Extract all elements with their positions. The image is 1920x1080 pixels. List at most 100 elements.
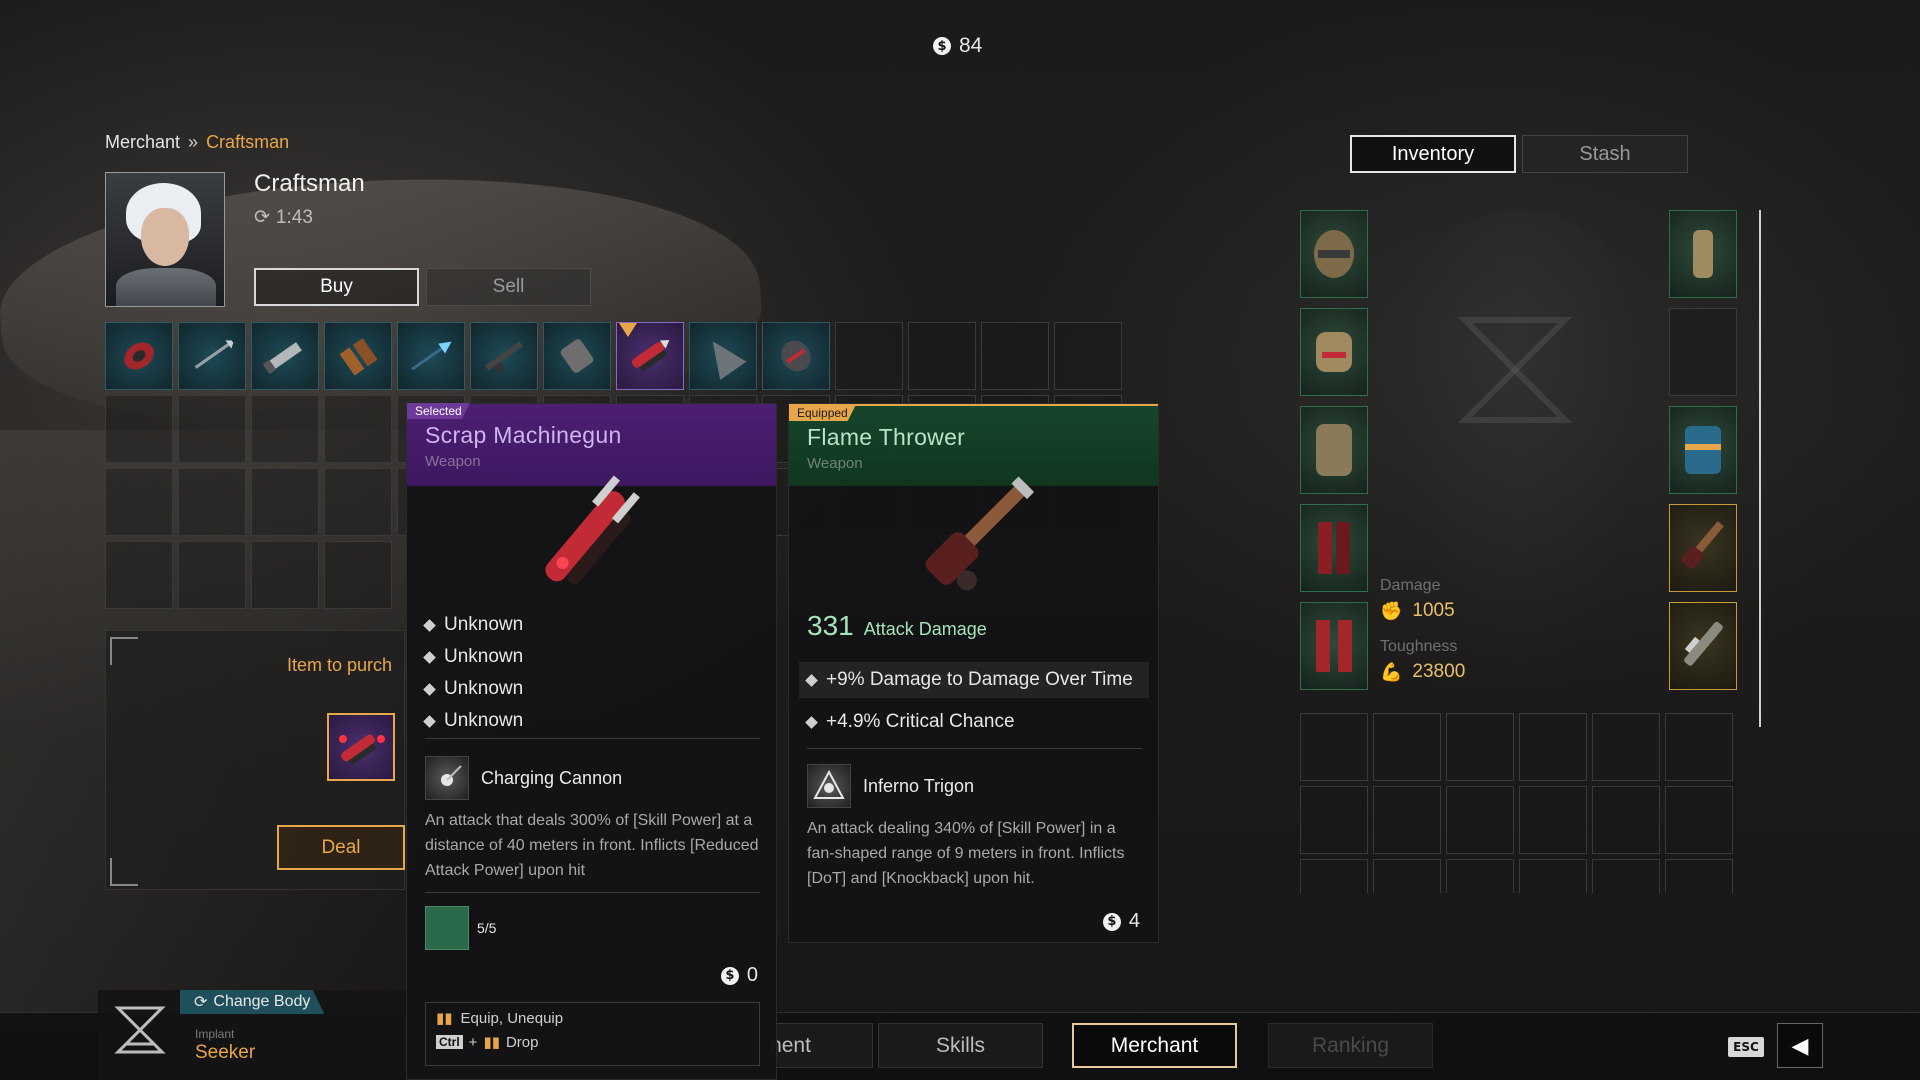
leg-armor-icon: [1318, 522, 1350, 574]
diamond-icon: [423, 682, 436, 696]
shop-slot-empty[interactable]: [105, 468, 173, 536]
shop-item-armor[interactable]: [105, 322, 173, 390]
refresh-icon: ⟳: [254, 207, 270, 228]
equip-slot-boots[interactable]: [1300, 602, 1368, 690]
stat-list: Unknown Unknown Unknown Unknown: [423, 614, 523, 732]
shop-slot-empty[interactable]: [251, 395, 319, 463]
buy-tab[interactable]: Buy: [254, 268, 419, 306]
shop-slot-empty[interactable]: [324, 541, 392, 609]
shop-item-spear[interactable]: [178, 322, 246, 390]
toughness-stat: 💪 23800: [1380, 661, 1465, 683]
nav-ranking[interactable]: Ranking: [1268, 1023, 1433, 1068]
breadcrumb-current: Craftsman: [206, 132, 290, 152]
shop-item-lance[interactable]: [397, 322, 465, 390]
equip-slot-helmet[interactable]: [1300, 210, 1368, 298]
equip-slot-weapon-secondary[interactable]: [1669, 602, 1737, 690]
inventory-slot[interactable]: [1592, 713, 1660, 781]
back-button[interactable]: ◀: [1777, 1023, 1823, 1068]
hint-equip: ▮▮ Equip, Unequip: [436, 1009, 564, 1028]
price: $ 4: [1102, 910, 1140, 933]
inventory-slot[interactable]: [1519, 859, 1587, 893]
inventory-scrollbar[interactable]: [1759, 210, 1761, 727]
shop-item-scrap-machinegun[interactable]: [616, 322, 684, 390]
coin-icon: $: [1102, 912, 1121, 931]
attack-stat: 331 Attack Damage: [807, 610, 987, 642]
shop-item-gauntlet[interactable]: [543, 322, 611, 390]
shop-slot-empty[interactable]: [105, 395, 173, 463]
currency-display: $ 84: [933, 34, 982, 58]
gauntlet-icon: [560, 339, 594, 373]
shop-slot-empty[interactable]: [251, 541, 319, 609]
breadcrumb-root[interactable]: Merchant: [105, 132, 180, 153]
deal-button[interactable]: Deal: [277, 825, 405, 870]
diamond-icon: [423, 650, 436, 664]
stat-row: Unknown: [423, 646, 523, 668]
shop-slot-empty[interactable]: [178, 541, 246, 609]
shop-slot-empty[interactable]: [908, 322, 976, 390]
equip-slot-weapon-flamethrower[interactable]: [1669, 504, 1737, 592]
change-body-button[interactable]: ⟳ Change Body: [180, 990, 325, 1014]
inventory-slot[interactable]: [1665, 713, 1733, 781]
inventory-slot[interactable]: [1592, 859, 1660, 893]
implant-value: Seeker: [195, 1042, 256, 1063]
shop-slot-empty[interactable]: [324, 468, 392, 536]
shop-item-helmet[interactable]: [762, 322, 830, 390]
shop-slot-empty[interactable]: [324, 395, 392, 463]
inventory-slot[interactable]: [1373, 786, 1441, 854]
inventory-slot[interactable]: [1373, 859, 1441, 893]
implant-label: Implant: [195, 1027, 235, 1041]
shop-slot-empty[interactable]: [1054, 322, 1122, 390]
inventory-slot[interactable]: [1665, 859, 1733, 893]
damage-stat: ✊ 1005: [1380, 600, 1455, 622]
material-icon: [425, 906, 469, 950]
equip-slot-chest[interactable]: [1300, 406, 1368, 494]
shop-item-cloak[interactable]: [689, 322, 757, 390]
skill-description: An attack that deals 300% of [Skill Powe…: [425, 812, 759, 879]
shop-slot-empty[interactable]: [178, 468, 246, 536]
nav-merchant[interactable]: Merchant: [1072, 1023, 1237, 1068]
shop-slot-empty[interactable]: [105, 541, 173, 609]
shop-slot-empty[interactable]: [835, 322, 903, 390]
hint-drop: Ctrl + ▮▮ Drop: [436, 1033, 749, 1051]
inventory-slot[interactable]: [1446, 786, 1514, 854]
inventory-tab[interactable]: Inventory: [1350, 135, 1516, 173]
diamond-icon: [423, 618, 436, 632]
shop-slot-empty[interactable]: [251, 468, 319, 536]
nav-skills[interactable]: Skills: [878, 1023, 1043, 1068]
stat-row: Unknown: [423, 678, 523, 700]
equip-slot-legs[interactable]: [1300, 504, 1368, 592]
chevron-right-icon: »: [188, 132, 199, 152]
shop-slot-empty[interactable]: [981, 322, 1049, 390]
inventory-slot[interactable]: [1592, 786, 1660, 854]
plus-icon: +: [468, 1033, 478, 1051]
inventory-slot[interactable]: [1373, 713, 1441, 781]
inventory-slot[interactable]: [1519, 713, 1587, 781]
shop-item-blade[interactable]: [251, 322, 319, 390]
equip-slot-shoulder[interactable]: [1300, 308, 1368, 396]
inventory-slot[interactable]: [1446, 859, 1514, 893]
equipped-item-tooltip: Equipped Flame Thrower Weapon 331 Attack…: [788, 403, 1159, 943]
blade-icon: [262, 342, 302, 375]
equip-slot-backpack[interactable]: [1669, 406, 1737, 494]
purchase-item-slot[interactable]: [327, 713, 395, 781]
ctrl-key-icon: Ctrl: [436, 1035, 463, 1049]
panel-corner: [110, 858, 138, 886]
equip-slot-empty[interactable]: [1669, 308, 1737, 396]
inventory-slot[interactable]: [1665, 786, 1733, 854]
attack-value: 331: [807, 610, 854, 641]
inventory-slot[interactable]: [1300, 859, 1368, 893]
shop-slot-empty[interactable]: [178, 395, 246, 463]
inventory-slot[interactable]: [1446, 713, 1514, 781]
inventory-slot[interactable]: [1300, 786, 1368, 854]
inventory-slot[interactable]: [1519, 786, 1587, 854]
equip-slot-arm[interactable]: [1669, 210, 1737, 298]
item-name: Scrap Machinegun: [425, 422, 622, 448]
stash-tab[interactable]: Stash: [1522, 135, 1688, 173]
sell-tab[interactable]: Sell: [426, 268, 591, 306]
inventory-slot[interactable]: [1300, 713, 1368, 781]
shop-item-rifle[interactable]: [470, 322, 538, 390]
diamond-icon: [805, 673, 818, 687]
toughness-value: 23800: [1412, 661, 1466, 682]
arm-icon: 💪: [1380, 661, 1403, 682]
shop-item-boots[interactable]: [324, 322, 392, 390]
